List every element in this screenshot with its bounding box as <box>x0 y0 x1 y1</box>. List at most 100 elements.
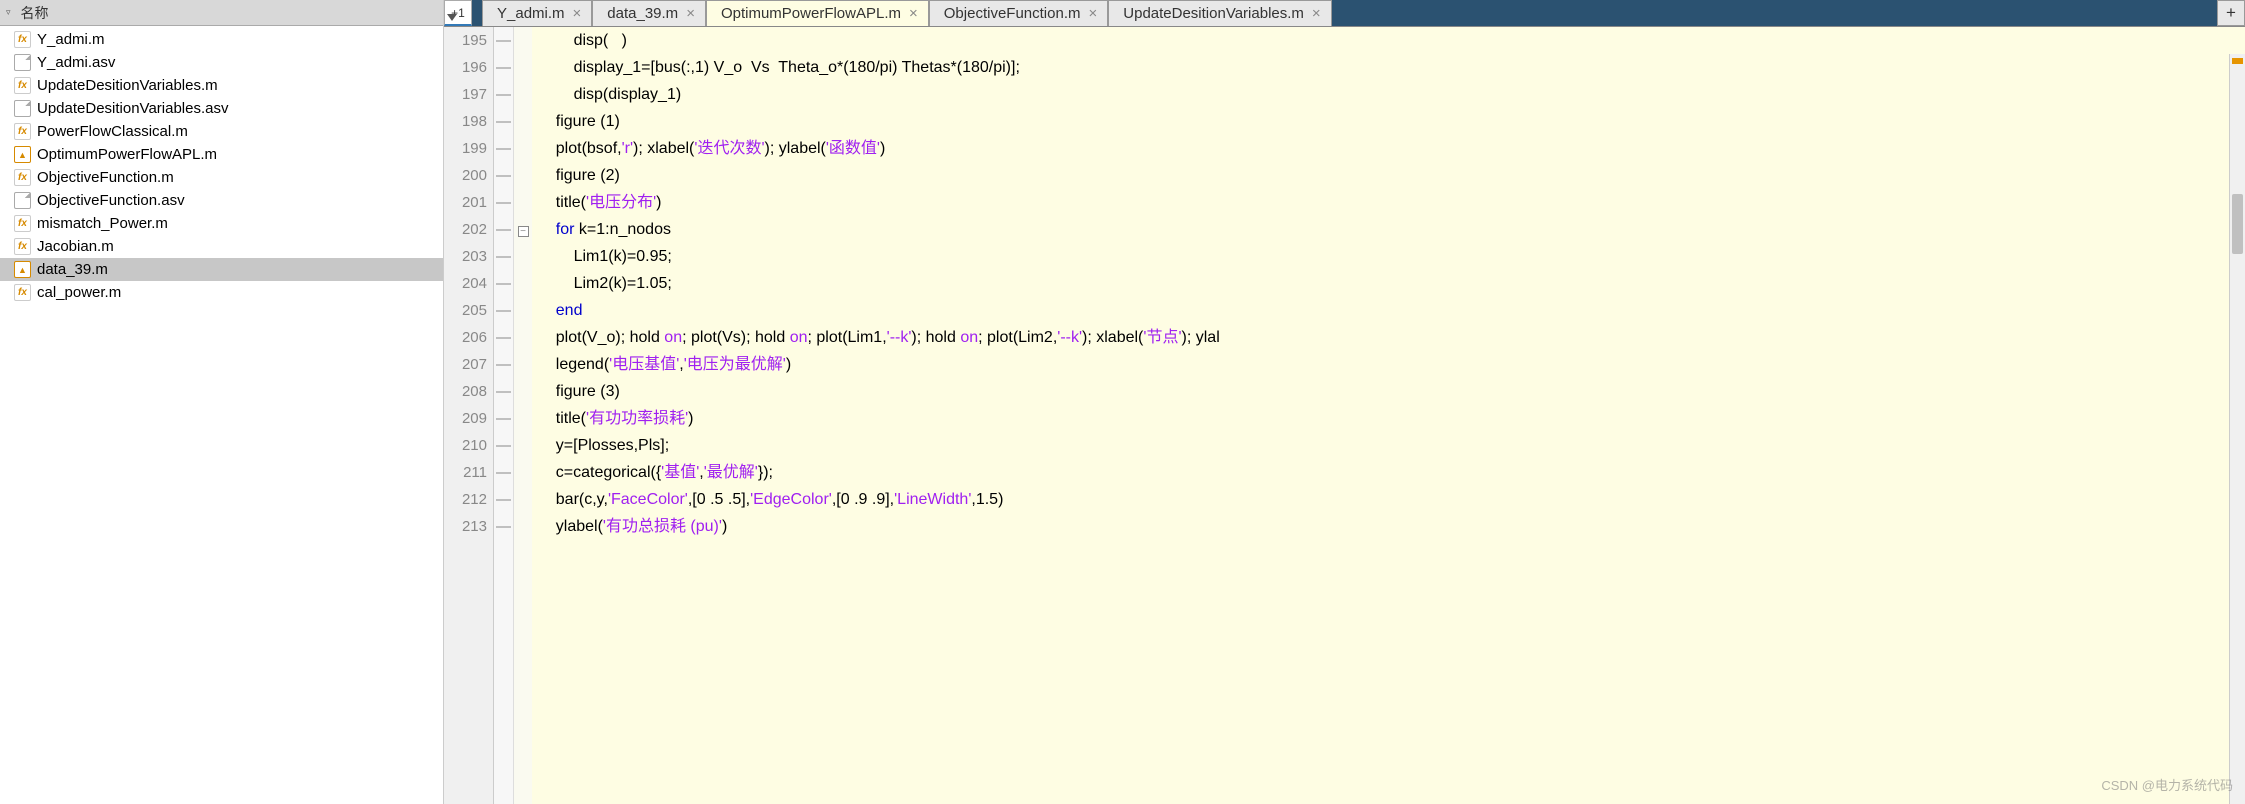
file-row[interactable]: fxcal_power.m <box>0 281 443 304</box>
file-row[interactable]: UpdateDesitionVariables.asv <box>0 97 443 120</box>
editor-tab[interactable]: data_39.m × <box>592 0 706 26</box>
fold-cell <box>514 351 532 378</box>
code-line[interactable]: for k=1:n_nodos <box>538 216 2245 243</box>
line-number: 211 <box>444 459 493 486</box>
close-icon[interactable]: × <box>573 5 582 22</box>
fold-cell <box>514 54 532 81</box>
code-line[interactable]: Lim1(k)=0.95; <box>538 243 2245 270</box>
file-row[interactable]: ▲OptimumPowerFlowAPL.m <box>0 143 443 166</box>
file-row[interactable]: fxObjectiveFunction.m <box>0 166 443 189</box>
editor-tab[interactable]: Y_admi.m× <box>482 0 592 26</box>
tab-label: data_39.m <box>607 5 678 22</box>
line-number: 204 <box>444 270 493 297</box>
code-line[interactable]: disp(display_1) <box>538 81 2245 108</box>
close-icon[interactable]: × <box>1312 5 1321 22</box>
file-row[interactable]: ▲data_39.m <box>0 258 443 281</box>
line-dash: — <box>494 486 513 513</box>
line-number: 199 <box>444 135 493 162</box>
function-file-icon: fx <box>14 215 31 232</box>
code-line[interactable]: figure (2) <box>538 162 2245 189</box>
line-dash: — <box>494 459 513 486</box>
fold-cell <box>514 27 532 54</box>
line-number: 203 <box>444 243 493 270</box>
code-line[interactable]: title('电压分布') <box>538 189 2245 216</box>
file-row[interactable]: fxPowerFlowClassical.m <box>0 120 443 143</box>
line-dash: — <box>494 162 513 189</box>
code-line[interactable]: Lim2(k)=1.05; <box>538 270 2245 297</box>
editor-tab[interactable]: OptimumPowerFlowAPL.m × <box>706 0 929 26</box>
editor-tab[interactable]: ObjectiveFunction.m × <box>929 0 1109 26</box>
breakpoint-gutter[interactable]: ——————————————————— <box>494 27 514 804</box>
code-line[interactable]: display_1=[bus(:,1) V_o Vs Theta_o*(180/… <box>538 54 2245 81</box>
fold-cell <box>514 432 532 459</box>
file-row[interactable]: ObjectiveFunction.asv <box>0 189 443 212</box>
fold-cell <box>514 405 532 432</box>
code-line[interactable]: figure (3) <box>538 378 2245 405</box>
fold-cell <box>514 297 532 324</box>
fold-cell <box>514 324 532 351</box>
file-browser-header[interactable]: ▿ 名称 <box>0 0 443 26</box>
add-tab-button[interactable]: + <box>2217 0 2245 26</box>
close-icon[interactable]: × <box>1089 5 1098 22</box>
line-number: 197 <box>444 81 493 108</box>
code-line[interactable]: legend('电压基值','电压为最优解') <box>538 351 2245 378</box>
code-line[interactable]: ylabel('有功总损耗 (pu)') <box>538 513 2245 540</box>
line-dash: — <box>494 270 513 297</box>
file-row[interactable]: fxUpdateDesitionVariables.m <box>0 74 443 97</box>
file-browser-panel: ▿ 名称 fxY_admi.mY_admi.asvfxUpdateDesitio… <box>0 0 444 804</box>
file-list: fxY_admi.mY_admi.asvfxUpdateDesitionVari… <box>0 26 443 804</box>
code-line[interactable]: y=[Plosses,Pls]; <box>538 432 2245 459</box>
file-name-label: ObjectiveFunction.asv <box>37 192 185 209</box>
fold-cell <box>514 81 532 108</box>
line-number: 205 <box>444 297 493 324</box>
code-area[interactable]: disp( ) display_1=[bus(:,1) V_o Vs Theta… <box>532 27 2245 804</box>
code-line[interactable]: c=categorical({'基值','最优解'}); <box>538 459 2245 486</box>
fold-cell <box>514 459 532 486</box>
code-line[interactable]: plot(bsof,'r'); xlabel('迭代次数'); ylabel('… <box>538 135 2245 162</box>
fold-cell <box>514 270 532 297</box>
editor-tab[interactable]: UpdateDesitionVariables.m × <box>1108 0 1331 26</box>
vertical-scrollbar[interactable] <box>2229 54 2245 804</box>
code-line[interactable]: end <box>538 297 2245 324</box>
line-dash: — <box>494 324 513 351</box>
tab-overflow-button[interactable]: +1 <box>444 0 472 26</box>
line-number: 210 <box>444 432 493 459</box>
line-dash: — <box>494 189 513 216</box>
fold-cell <box>514 162 532 189</box>
file-row[interactable]: fxmismatch_Power.m <box>0 212 443 235</box>
close-icon[interactable]: × <box>686 5 695 22</box>
code-line[interactable]: figure (1) <box>538 108 2245 135</box>
line-number: 208 <box>444 378 493 405</box>
line-number: 207 <box>444 351 493 378</box>
file-row[interactable]: fxJacobian.m <box>0 235 443 258</box>
watermark-text: CSDN @电力系统代码 <box>2101 775 2233 794</box>
line-dash: — <box>494 432 513 459</box>
editor-panel: +1 Y_admi.m×data_39.m×OptimumPowerFlowAP… <box>444 0 2245 804</box>
fold-toggle-icon[interactable]: − <box>518 226 529 237</box>
tab-label: UpdateDesitionVariables.m <box>1123 5 1304 22</box>
line-number-gutter: 1951961971981992002012022032042052062072… <box>444 27 494 804</box>
code-line[interactable]: disp( ) <box>538 27 2245 54</box>
line-number: 213 <box>444 513 493 540</box>
line-number: 196 <box>444 54 493 81</box>
file-row[interactable]: fxY_admi.m <box>0 28 443 51</box>
tab-label: ObjectiveFunction.m <box>944 5 1081 22</box>
fold-cell <box>514 378 532 405</box>
code-line[interactable]: bar(c,y,'FaceColor',[0 .5 .5],'EdgeColor… <box>538 486 2245 513</box>
line-dash: — <box>494 216 513 243</box>
file-name-label: UpdateDesitionVariables.asv <box>37 100 229 117</box>
file-name-label: OptimumPowerFlowAPL.m <box>37 146 217 163</box>
code-line[interactable]: title('有功功率损耗') <box>538 405 2245 432</box>
tab-bar: +1 Y_admi.m×data_39.m×OptimumPowerFlowAP… <box>444 0 2245 27</box>
code-line[interactable]: plot(V_o); hold on; plot(Vs); hold on; p… <box>538 324 2245 351</box>
close-icon[interactable]: × <box>909 5 918 22</box>
line-dash: — <box>494 405 513 432</box>
line-dash: — <box>494 297 513 324</box>
scrollbar-thumb[interactable] <box>2232 194 2243 254</box>
fold-cell <box>514 189 532 216</box>
fold-gutter[interactable]: − <box>514 27 532 804</box>
column-header-name[interactable]: 名称 <box>21 3 49 23</box>
tab-label: OptimumPowerFlowAPL.m <box>721 5 901 22</box>
line-number: 201 <box>444 189 493 216</box>
file-row[interactable]: Y_admi.asv <box>0 51 443 74</box>
